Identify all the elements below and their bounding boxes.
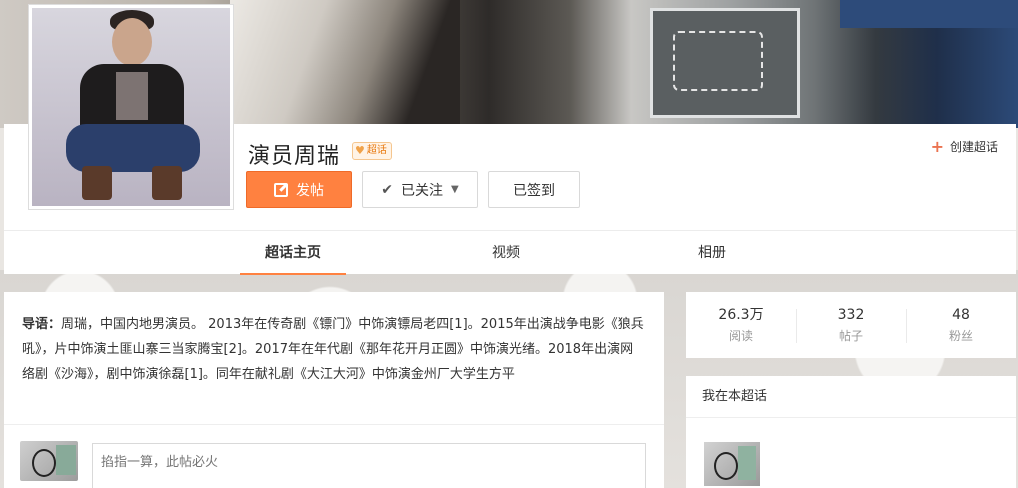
super-topic-badge: ♥ 超话 xyxy=(352,142,392,160)
my-avatar[interactable] xyxy=(704,442,760,486)
profile-name: 演员周瑞 xyxy=(248,144,341,169)
stat-reads-label: 阅读 xyxy=(728,329,753,343)
intro-label: 导语： xyxy=(22,317,62,332)
heart-icon: ♥ xyxy=(355,144,365,157)
create-super-topic-label: 创建超话 xyxy=(949,140,998,154)
avatar-boot-right xyxy=(152,166,182,200)
stat-posts-label: 帖子 xyxy=(838,329,863,343)
stat-reads: 26.3万 阅读 xyxy=(686,305,796,345)
plus-icon: + xyxy=(930,136,944,156)
cover-photo-sign-detail xyxy=(673,31,763,91)
my-super-topic-title: 我在本超话 xyxy=(686,376,1016,418)
post-compose-input[interactable] xyxy=(92,443,646,488)
stat-fans-value: 48 xyxy=(952,307,970,323)
signed-in-button-label: 已签到 xyxy=(513,182,555,199)
follow-button-label: 已关注 xyxy=(401,182,444,199)
compose-card xyxy=(4,424,664,488)
stat-fans-label: 粉丝 xyxy=(948,329,973,343)
follow-button[interactable]: ✔ 已关注 ▼ xyxy=(362,171,478,208)
intro-paragraph: 导语：周瑞，中国内地男演员。 2013年在传奇剧《镖门》中饰演镖局老四[1]。2… xyxy=(22,312,646,387)
intro-card: 导语：周瑞，中国内地男演员。 2013年在传奇剧《镖门》中饰演镖局老四[1]。2… xyxy=(4,292,664,428)
create-super-topic-link[interactable]: + 创建超话 xyxy=(931,138,998,155)
tab-bar: 超话主页 视频 相册 xyxy=(4,230,1016,275)
super-topic-badge-label: 超话 xyxy=(366,145,387,156)
profile-header: 演员周瑞 ♥ 超话 + 创建超话 发帖 ✔ 已关注 ▼ 已签到 超话主页 视频 … xyxy=(4,4,1016,275)
tab-super-topic-home[interactable]: 超话主页 xyxy=(240,231,346,275)
stat-fans[interactable]: 48 粉丝 xyxy=(906,305,1016,345)
page: 演员周瑞 ♥ 超话 + 创建超话 发帖 ✔ 已关注 ▼ 已签到 超话主页 视频 … xyxy=(0,0,1018,488)
check-icon: ✔ xyxy=(381,181,394,198)
avatar-head xyxy=(112,18,152,66)
edit-icon xyxy=(274,182,288,197)
post-button-label: 发帖 xyxy=(296,182,324,199)
avatar-boot-left xyxy=(82,166,112,200)
cover-photo-awning xyxy=(840,0,1018,28)
my-super-topic-card: 我在本超话 xyxy=(686,376,1016,488)
avatar-image xyxy=(32,8,230,206)
stat-posts-value: 332 xyxy=(837,307,865,323)
signed-in-button[interactable]: 已签到 xyxy=(488,171,580,208)
cover-photo-jacket xyxy=(230,0,460,128)
post-button[interactable]: 发帖 xyxy=(246,171,352,208)
chevron-down-icon: ▼ xyxy=(451,184,459,195)
cover-photo-sign xyxy=(650,8,800,118)
avatar[interactable] xyxy=(28,4,234,210)
intro-text: 周瑞，中国内地男演员。 2013年在传奇剧《镖门》中饰演镖局老四[1]。2015… xyxy=(22,317,644,382)
stat-reads-value: 26.3万 xyxy=(718,307,764,323)
user-avatar[interactable] xyxy=(20,441,78,481)
tab-album[interactable]: 相册 xyxy=(672,231,752,275)
avatar-shirt xyxy=(116,72,148,120)
tab-video[interactable]: 视频 xyxy=(466,231,546,275)
stat-posts[interactable]: 332 帖子 xyxy=(796,305,906,345)
stats-card: 26.3万 阅读 332 帖子 48 粉丝 xyxy=(686,292,1016,358)
avatar-legs xyxy=(66,124,200,172)
